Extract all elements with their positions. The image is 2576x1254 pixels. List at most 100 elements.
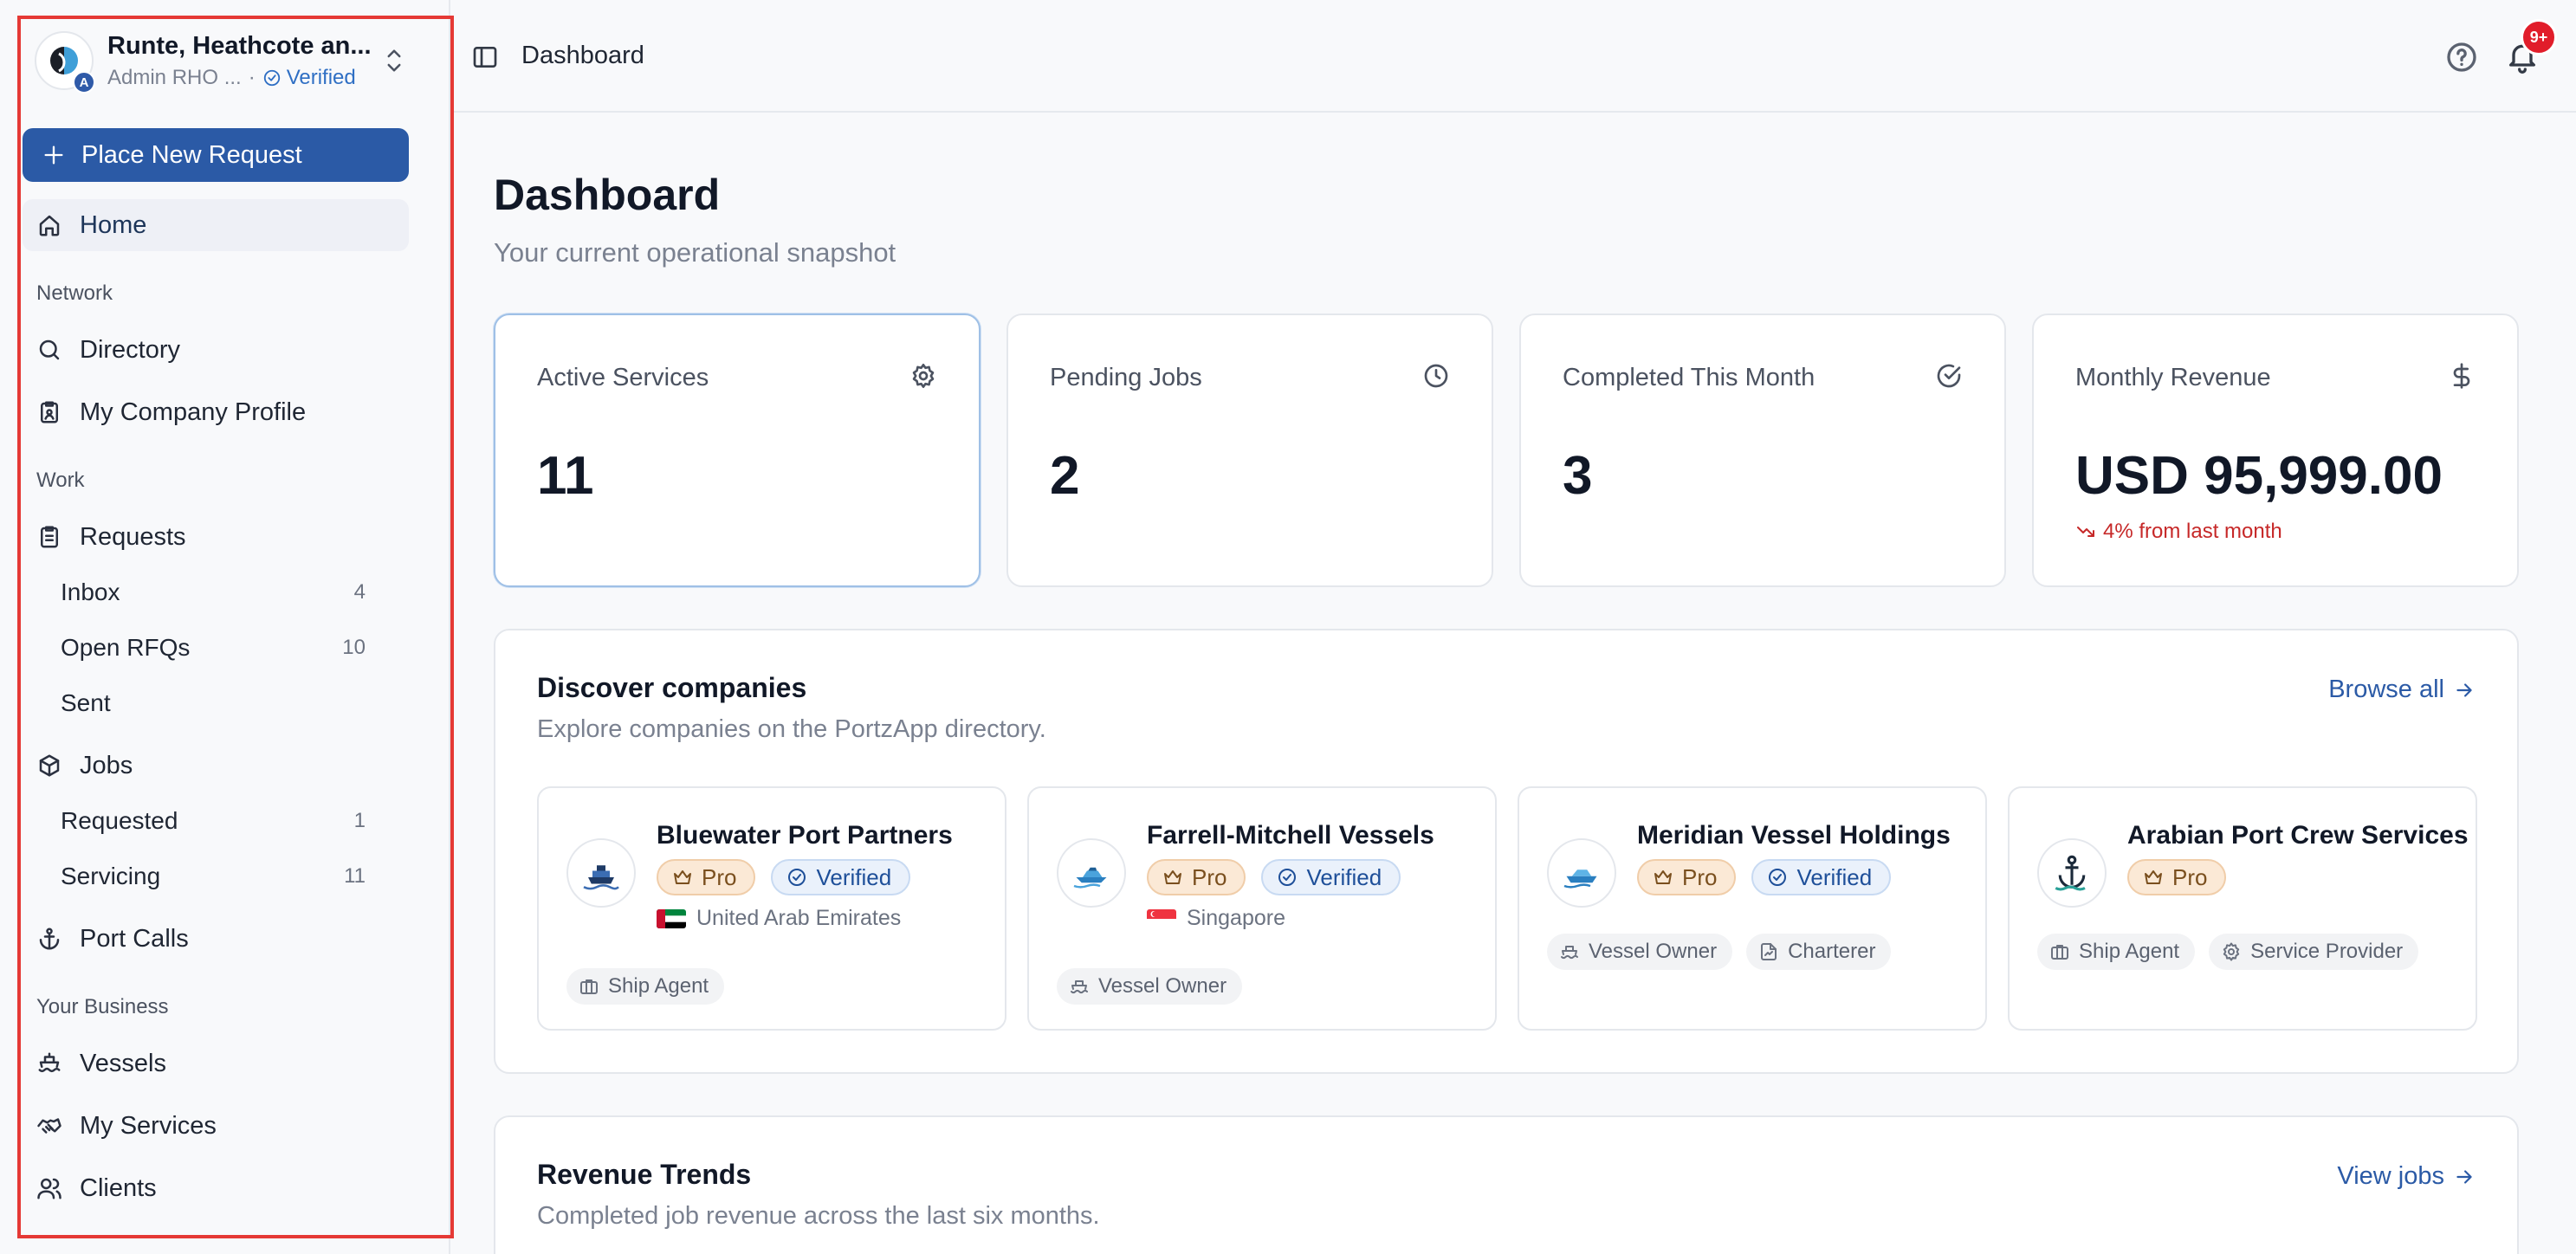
stat-value: 3 [1563, 446, 1593, 506]
stat-label: Active Services [537, 364, 709, 391]
sidebar-item-inbox[interactable]: Inbox 4 [61, 568, 366, 617]
sidebar-item-my-services[interactable]: My Services [23, 1100, 409, 1152]
tag-label: Vessel Owner [1589, 940, 1718, 963]
badge-label: Verified [1796, 863, 1873, 890]
briefcase-icon [2049, 941, 2070, 962]
check-circle-icon [1935, 362, 1963, 390]
pro-badge: Pro [1147, 859, 1246, 895]
uae-flag-icon [657, 908, 686, 928]
sidebar-item-label: Open RFQs [61, 634, 191, 661]
company-card[interactable]: Bluewater Port Partners Pro Verified Uni… [537, 786, 1006, 1031]
sidebar-item-label: Home [80, 210, 147, 239]
place-new-request-button[interactable]: Place New Request [23, 128, 409, 182]
company-country: Singapore [1147, 906, 1285, 931]
tag-label: Vessel Owner [1098, 974, 1227, 998]
breadcrumb: Dashboard [521, 42, 644, 69]
gear-icon [2221, 941, 2242, 962]
stat-card-pending-jobs[interactable]: Pending Jobs 2 [1006, 314, 1493, 587]
company-logo-boat-icon [1547, 838, 1616, 908]
badge-label: Verified [816, 863, 892, 890]
sidebar-item-port-calls[interactable]: Port Calls [23, 913, 409, 965]
revenue-trend: 4% from last month [2075, 520, 2282, 544]
view-jobs-link[interactable]: View jobs [2337, 1162, 2476, 1191]
sidebar-item-label: My Services [80, 1111, 217, 1140]
sidebar-toggle-icon[interactable] [471, 43, 499, 71]
trend-label: 4% from last month [2103, 520, 2282, 543]
company-logo-ship-icon [566, 838, 636, 908]
clipboard-user-icon [36, 399, 62, 425]
anchor-icon [36, 926, 62, 952]
company-logo-yacht-icon [1057, 838, 1126, 908]
company-card[interactable]: Arabian Port Crew Services Pro Ship Agen… [2008, 786, 2477, 1031]
sidebar-item-sent[interactable]: Sent [61, 679, 366, 727]
company-card[interactable]: Meridian Vessel Holdings Pro Verified Ve… [1518, 786, 1987, 1031]
tag-label: Ship Agent [2079, 940, 2180, 963]
section-your-business: Your Business [36, 995, 169, 1018]
pro-badge: Pro [2127, 859, 2227, 895]
tag-label: Service Provider [2250, 940, 2404, 963]
panel-subtitle: Completed job revenue across the last si… [537, 1202, 1100, 1230]
help-icon[interactable] [2444, 40, 2479, 74]
home-icon [36, 212, 62, 238]
company-name: Bluewater Port Partners [657, 821, 953, 850]
sidebar-item-vessels[interactable]: Vessels [23, 1037, 409, 1089]
link-label: View jobs [2337, 1162, 2444, 1190]
sidebar-item-company-profile[interactable]: My Company Profile [23, 386, 409, 438]
users-icon [36, 1175, 62, 1201]
ship-icon [1559, 941, 1580, 962]
sidebar-item-servicing[interactable]: Servicing 11 [61, 852, 366, 901]
section-work: Work [36, 469, 85, 492]
notification-badge: 9+ [2521, 19, 2557, 55]
clipboard-list-icon [36, 524, 62, 550]
sidebar-item-label: Inbox [61, 579, 120, 605]
sidebar-item-label: Vessels [80, 1049, 166, 1077]
handshake-icon [36, 1113, 62, 1139]
country-label: United Arab Emirates [696, 906, 902, 930]
sidebar-item-requested[interactable]: Requested 1 [61, 797, 366, 845]
org-verified-badge: Verified [262, 66, 356, 90]
top-bar: Dashboard 9+ [452, 0, 2576, 113]
verified-label: Verified [286, 65, 356, 89]
crown-icon [1164, 870, 1181, 884]
sidebar-item-label: Sent [61, 689, 111, 716]
stat-card-completed-this-month[interactable]: Completed This Month 3 [1519, 314, 2006, 587]
role-badge: A [73, 71, 95, 94]
sidebar-item-clients[interactable]: Clients [23, 1162, 409, 1214]
sidebar-item-home[interactable]: Home [23, 199, 409, 251]
verified-badge: Verified [1751, 859, 1892, 895]
link-label: Browse all [2328, 675, 2444, 703]
stat-value: USD 95,999.00 [2075, 446, 2443, 506]
sidebar: A Runte, Heathcote an... Admin RHO ... ·… [0, 0, 450, 1254]
tag-charterer: Charterer [1746, 934, 1892, 970]
stat-card-active-services[interactable]: Active Services 11 [494, 314, 981, 587]
check-circle-icon [788, 869, 806, 886]
sidebar-item-requests[interactable]: Requests [23, 511, 409, 563]
pro-badge: Pro [1637, 859, 1737, 895]
file-signature-icon [1758, 941, 1779, 962]
gear-icon [909, 362, 937, 390]
sidebar-item-label: Directory [80, 335, 181, 364]
sidebar-item-directory[interactable]: Directory [23, 324, 409, 376]
check-circle-icon [1769, 869, 1787, 886]
tag-vessel-owner: Vessel Owner [1057, 968, 1243, 1005]
page-subtitle: Your current operational snapshot [494, 237, 896, 268]
page-title: Dashboard [494, 171, 721, 219]
sidebar-item-open-rfqs[interactable]: Open RFQs 10 [61, 624, 366, 672]
org-switcher[interactable]: A Runte, Heathcote an... Admin RHO ... ·… [35, 28, 407, 94]
panel-subtitle: Explore companies on the PortzApp direct… [537, 715, 1046, 743]
sidebar-item-label: My Company Profile [80, 398, 307, 426]
badge-label: Pro [2172, 863, 2208, 890]
company-name: Arabian Port Crew Services [2127, 821, 2469, 850]
stat-card-monthly-revenue[interactable]: Monthly Revenue USD 95,999.00 4% from la… [2032, 314, 2519, 587]
chevron-up-down-icon[interactable] [381, 43, 407, 78]
sidebar-item-jobs[interactable]: Jobs [23, 740, 409, 792]
company-name: Farrell-Mitchell Vessels [1147, 821, 1434, 850]
company-country: United Arab Emirates [657, 906, 901, 931]
revenue-trends-panel: Revenue Trends Completed job revenue acr… [494, 1115, 2519, 1254]
browse-all-link[interactable]: Browse all [2328, 675, 2476, 704]
panel-title: Revenue Trends [537, 1159, 752, 1190]
trending-down-icon [2077, 527, 2094, 537]
count-badge: 10 [342, 636, 366, 659]
company-card[interactable]: Farrell-Mitchell Vessels Pro Verified Si… [1027, 786, 1497, 1031]
badge-label: Pro [702, 863, 737, 890]
